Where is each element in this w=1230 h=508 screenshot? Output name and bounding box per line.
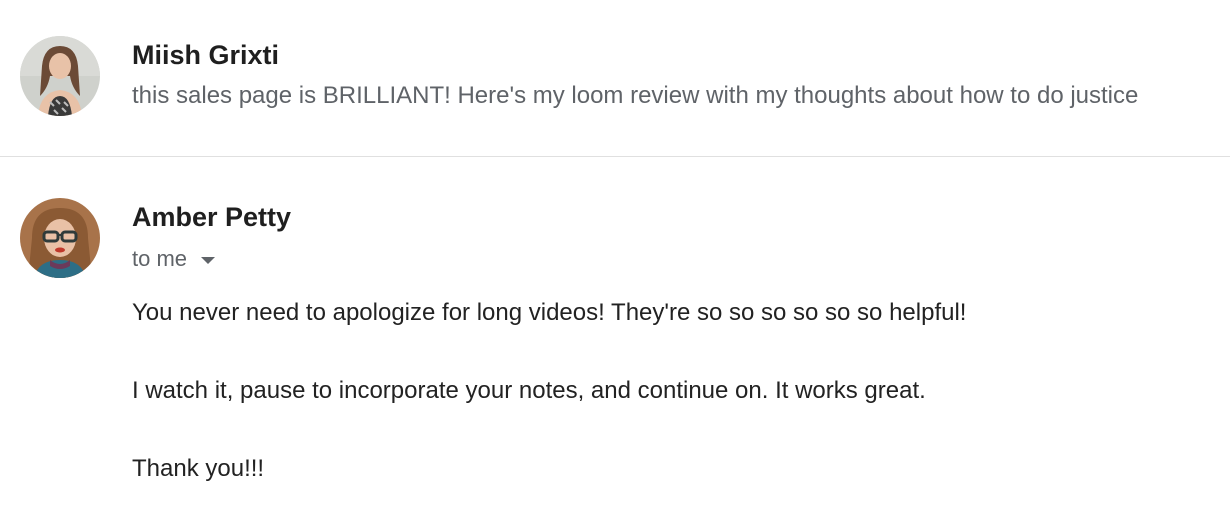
sender-name: Amber Petty xyxy=(132,202,292,232)
caret-down-icon[interactable] xyxy=(201,256,216,264)
avatar[interactable] xyxy=(20,198,100,278)
message-body: You never need to apologize for long vid… xyxy=(132,298,1212,484)
body-paragraph: Thank you!!! xyxy=(132,455,265,482)
expanded-message: Amber Petty to me You never need to apol… xyxy=(0,158,1230,508)
collapsed-message[interactable]: Miish Grixti this sales page is BRILLIAN… xyxy=(0,0,1230,157)
body-paragraph: I watch it, pause to incorporate your no… xyxy=(132,377,926,404)
email-thread: Miish Grixti this sales page is BRILLIAN… xyxy=(0,0,1230,508)
body-paragraph: You never need to apologize for long vid… xyxy=(132,299,967,326)
sender-name: Miish Grixti xyxy=(132,40,280,70)
recipients-toggle[interactable]: to me xyxy=(132,244,216,274)
recipients-label: to me xyxy=(132,246,188,271)
message-divider xyxy=(0,156,1230,157)
avatar[interactable] xyxy=(20,36,100,116)
message-snippet: this sales page is BRILLIANT! Here's my … xyxy=(132,82,1139,109)
